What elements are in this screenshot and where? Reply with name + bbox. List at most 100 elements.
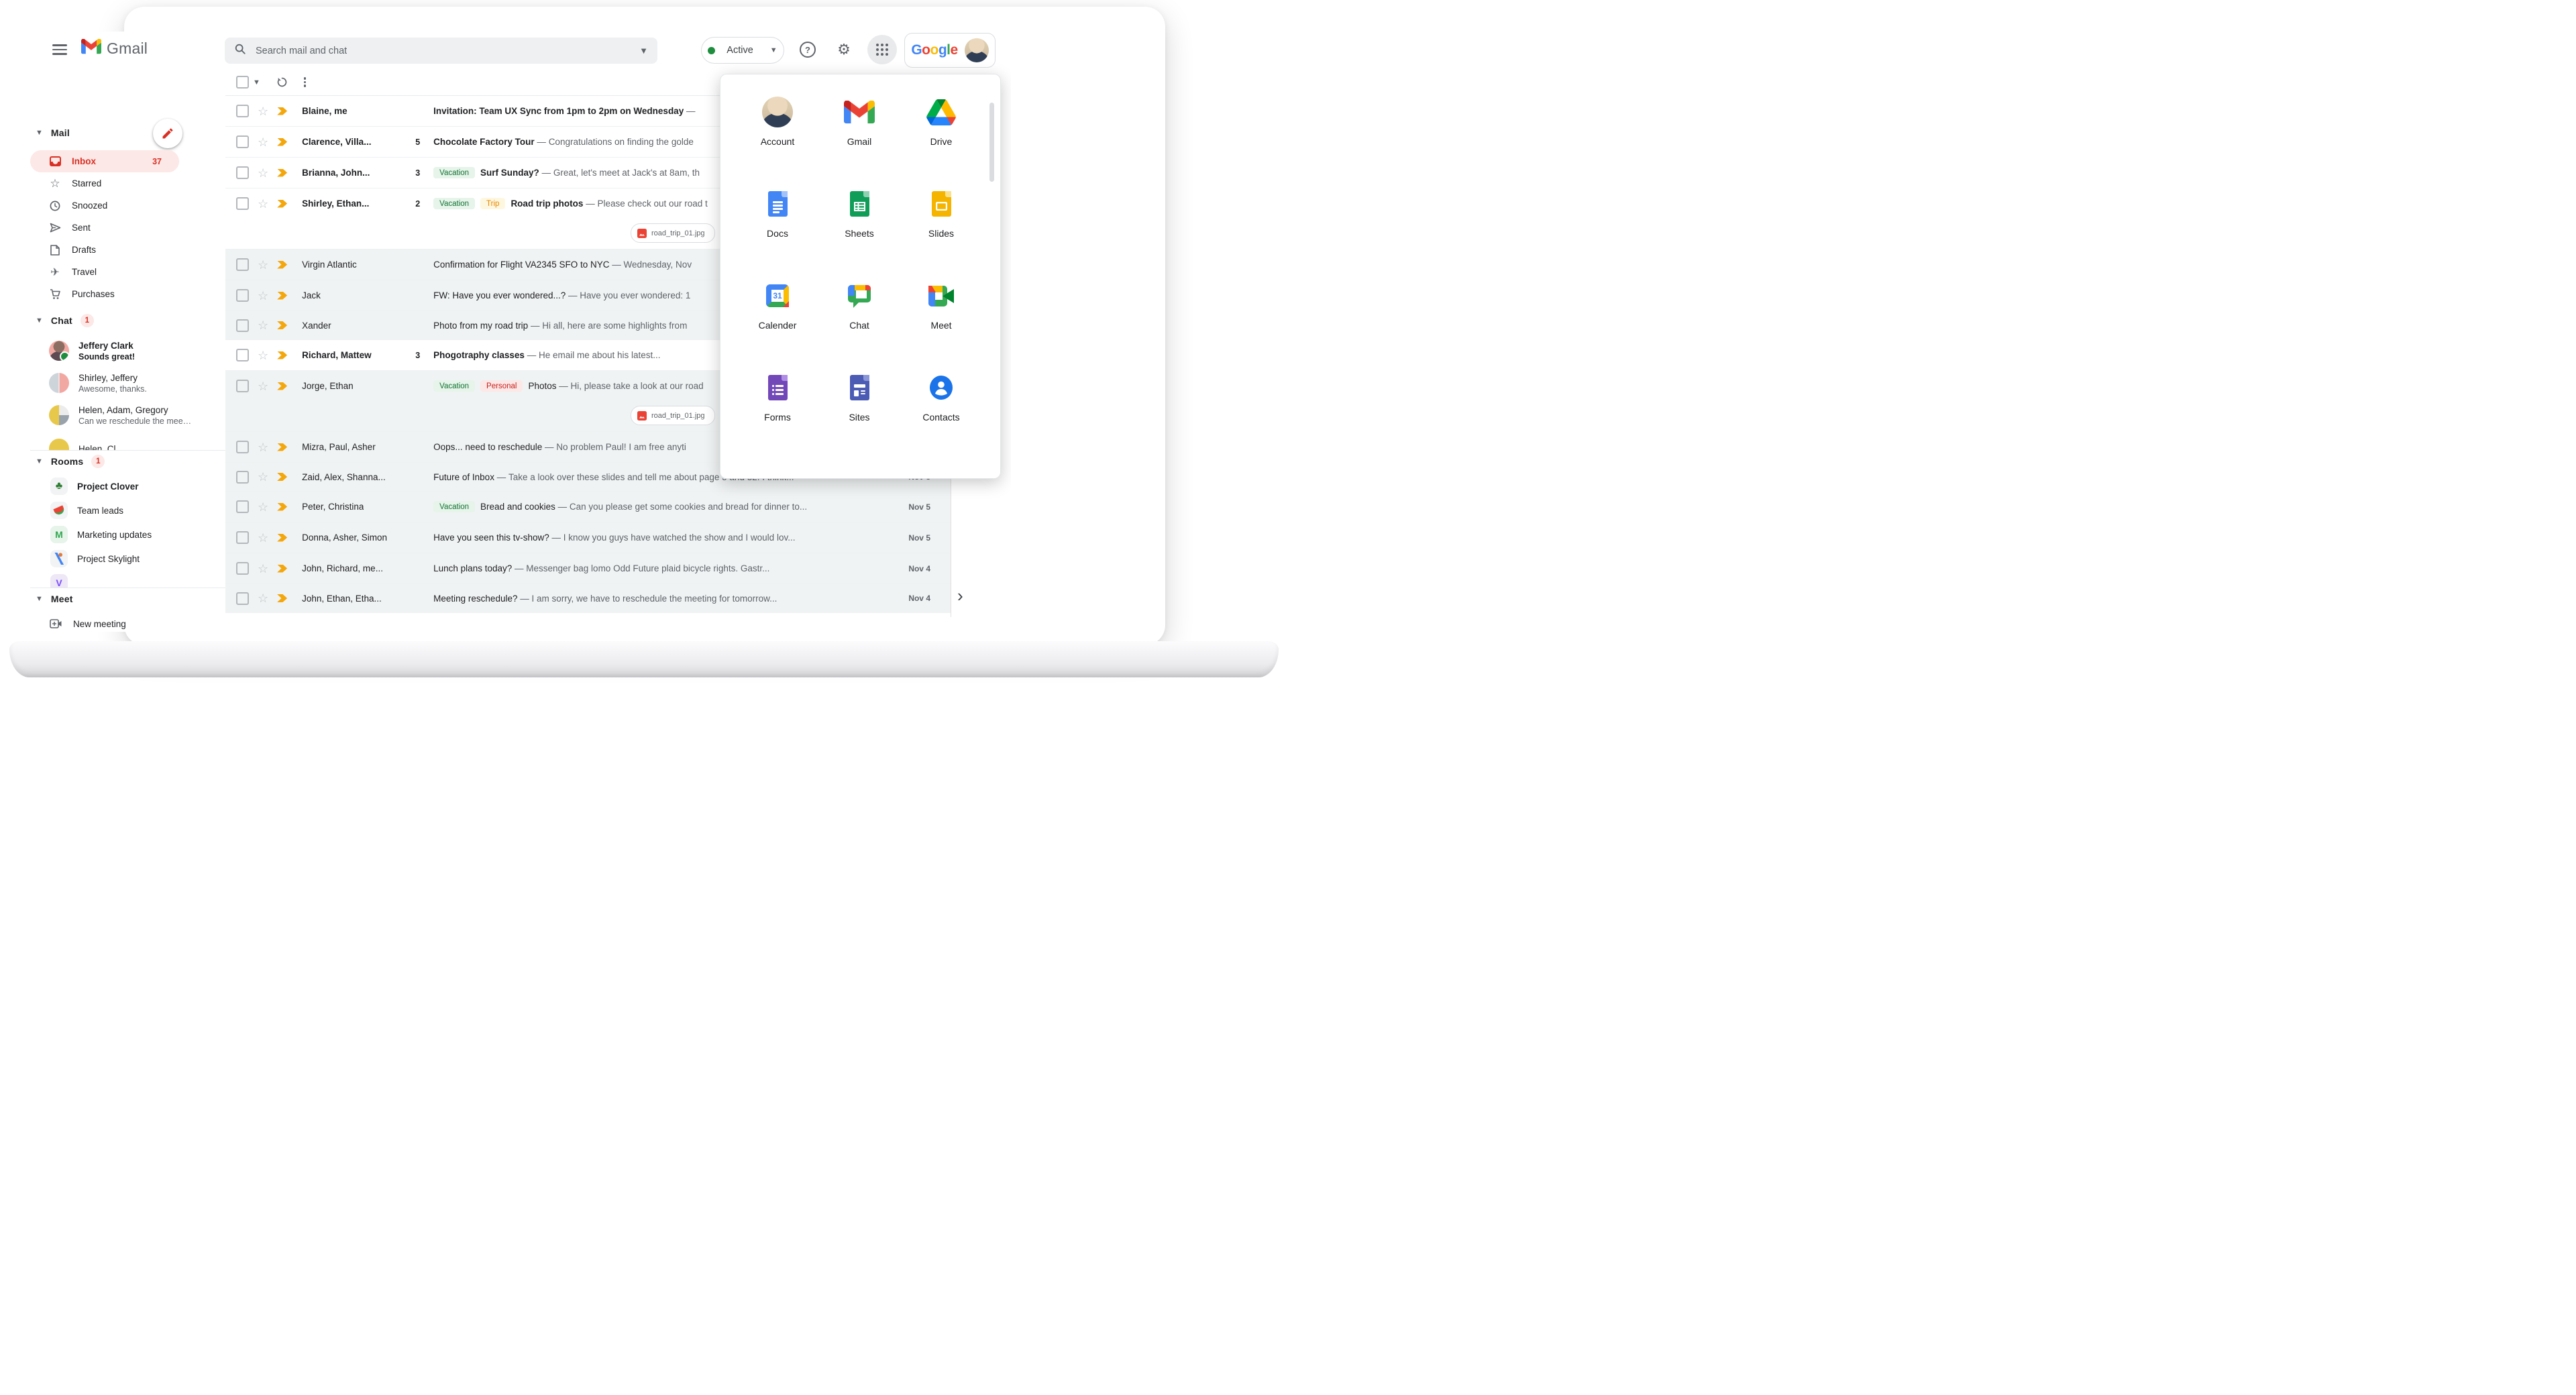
star-icon[interactable]: ☆ — [258, 319, 268, 331]
room-item-marketing-updates[interactable]: M Marketing updates — [30, 522, 225, 547]
email-checkbox[interactable] — [236, 441, 249, 453]
star-icon[interactable]: ☆ — [258, 501, 268, 513]
star-icon[interactable]: ☆ — [258, 136, 268, 148]
sidebar-item-snoozed[interactable]: Snoozed — [30, 194, 225, 217]
star-icon[interactable]: ☆ — [258, 563, 268, 575]
sidebar-item-travel[interactable]: ✈ Travel — [30, 261, 225, 283]
email-checkbox[interactable] — [236, 500, 249, 513]
popup-scrollbar[interactable] — [989, 103, 994, 182]
select-caret-icon[interactable]: ▼ — [253, 78, 260, 87]
meet-item-new-meeting[interactable]: New meeting — [30, 611, 225, 632]
chat-item-helen-adam-gregory[interactable]: Helen, Adam, Gregory Can we reschedule t… — [30, 399, 225, 431]
room-item-project-clover[interactable]: ♣ Project Clover — [30, 474, 225, 498]
app-tile-sheets[interactable]: Sheets — [818, 182, 900, 274]
sidebar-item-drafts[interactable]: Drafts — [30, 239, 225, 261]
label-chip[interactable]: Trip — [480, 198, 505, 209]
sidebar-section-chat[interactable]: ▼ Chat 1 — [36, 312, 94, 329]
user-avatar[interactable] — [965, 38, 989, 62]
email-checkbox[interactable] — [236, 105, 249, 117]
google-account-chip[interactable]: Google — [904, 33, 996, 68]
app-tile-meet[interactable]: Meet — [900, 274, 982, 366]
importance-marker-icon[interactable] — [277, 594, 287, 602]
select-all-checkbox[interactable] — [236, 76, 249, 89]
apps-launcher-button[interactable] — [867, 35, 897, 64]
app-tile-chat[interactable]: Chat — [818, 274, 900, 366]
search-input[interactable] — [254, 45, 634, 57]
room-item-project-skylight[interactable]: Project Skylight — [30, 547, 225, 571]
email-checkbox[interactable] — [236, 592, 249, 605]
room-item-clipped[interactable]: V — [30, 571, 225, 588]
refresh-button[interactable] — [276, 76, 288, 88]
star-icon[interactable]: ☆ — [258, 380, 268, 392]
sidebar-item-starred[interactable]: ☆ Starred — [30, 172, 225, 194]
chat-item-jeffery-clark[interactable]: Jeffery Clark Sounds great! — [30, 335, 225, 367]
email-checkbox[interactable] — [236, 380, 249, 392]
importance-marker-icon[interactable] — [277, 138, 287, 146]
label-chip[interactable]: Personal — [480, 380, 523, 392]
importance-marker-icon[interactable] — [277, 473, 287, 481]
star-icon[interactable]: ☆ — [258, 290, 268, 302]
star-icon[interactable]: ☆ — [258, 532, 268, 544]
importance-marker-icon[interactable] — [277, 292, 287, 300]
star-icon[interactable]: ☆ — [258, 198, 268, 210]
star-icon[interactable]: ☆ — [258, 167, 268, 179]
hamburger-menu-icon[interactable] — [52, 44, 67, 55]
app-tile-docs[interactable]: Docs — [737, 182, 818, 274]
search-options-caret-icon[interactable]: ▼ — [639, 46, 648, 56]
label-chip[interactable]: Vacation — [433, 198, 475, 209]
email-checkbox[interactable] — [236, 471, 249, 484]
importance-marker-icon[interactable] — [277, 169, 287, 177]
more-options-button[interactable] — [304, 76, 307, 89]
chat-item-shirley-jeffery[interactable]: Shirley, Jeffery Awesome, thanks. — [30, 367, 225, 399]
sidebar-section-mail[interactable]: ▼ Mail — [36, 124, 70, 142]
importance-marker-icon[interactable] — [277, 351, 287, 359]
app-tile-forms[interactable]: Forms — [737, 366, 818, 458]
gmail-logo[interactable]: Gmail — [81, 39, 148, 58]
email-checkbox[interactable] — [236, 319, 249, 332]
email-checkbox[interactable] — [236, 289, 249, 302]
sidebar-section-rooms[interactable]: ▼ Rooms 1 — [36, 453, 105, 470]
room-item-team-leads[interactable]: Team leads — [30, 498, 225, 522]
importance-marker-icon[interactable] — [277, 503, 287, 511]
email-row[interactable]: ☆ Donna, Asher, Simon Have you seen this… — [225, 522, 951, 553]
star-icon[interactable]: ☆ — [258, 349, 268, 361]
attachment-chip[interactable]: road_trip_01.jpg — [631, 223, 715, 243]
star-icon[interactable]: ☆ — [258, 259, 268, 271]
email-checkbox[interactable] — [236, 258, 249, 271]
email-row[interactable]: ☆ John, Ethan, Etha... Meeting reschedul… — [225, 584, 951, 613]
sidebar-item-purchases[interactable]: Purchases — [30, 283, 225, 305]
importance-marker-icon[interactable] — [277, 565, 287, 573]
star-icon[interactable]: ☆ — [258, 592, 268, 604]
app-tile-drive[interactable]: Drive — [900, 91, 982, 182]
importance-marker-icon[interactable] — [277, 107, 287, 115]
importance-marker-icon[interactable] — [277, 443, 287, 451]
email-checkbox[interactable] — [236, 166, 249, 179]
email-row[interactable]: ☆ Peter, Christina VacationBread and coo… — [225, 492, 951, 522]
chat-item-clipped[interactable]: Helen, Cl... — [30, 433, 225, 450]
settings-button[interactable]: ⚙ — [835, 41, 853, 58]
star-icon[interactable]: ☆ — [258, 471, 268, 483]
compose-button[interactable] — [153, 119, 182, 148]
sidebar-item-sent[interactable]: Sent — [30, 217, 225, 239]
app-tile-calendar[interactable]: 31 Calender — [737, 274, 818, 366]
app-tile-sites[interactable]: Sites — [818, 366, 900, 458]
help-button[interactable]: ? — [799, 41, 816, 58]
importance-marker-icon[interactable] — [277, 382, 287, 390]
importance-marker-icon[interactable] — [277, 261, 287, 269]
app-tile-slides[interactable]: Slides — [900, 182, 982, 274]
attachment-chip[interactable]: road_trip_01.jpg — [631, 406, 715, 425]
label-chip[interactable]: Vacation — [433, 167, 475, 178]
label-chip[interactable]: Vacation — [433, 380, 475, 392]
chevron-right-icon[interactable]: › — [957, 585, 963, 606]
email-checkbox[interactable] — [236, 562, 249, 575]
email-row[interactable]: ☆ John, Richard, me... Lunch plans today… — [225, 553, 951, 584]
status-selector[interactable]: Active ▼ — [701, 37, 784, 64]
sidebar-item-inbox[interactable]: Inbox 37 — [30, 150, 179, 172]
email-checkbox[interactable] — [236, 197, 249, 210]
app-tile-gmail[interactable]: Gmail — [818, 91, 900, 182]
sidebar-section-meet[interactable]: ▼ Meet — [36, 590, 73, 608]
app-tile-contacts[interactable]: Contacts — [900, 366, 982, 458]
email-checkbox[interactable] — [236, 349, 249, 361]
star-icon[interactable]: ☆ — [258, 441, 268, 453]
importance-marker-icon[interactable] — [277, 534, 287, 542]
